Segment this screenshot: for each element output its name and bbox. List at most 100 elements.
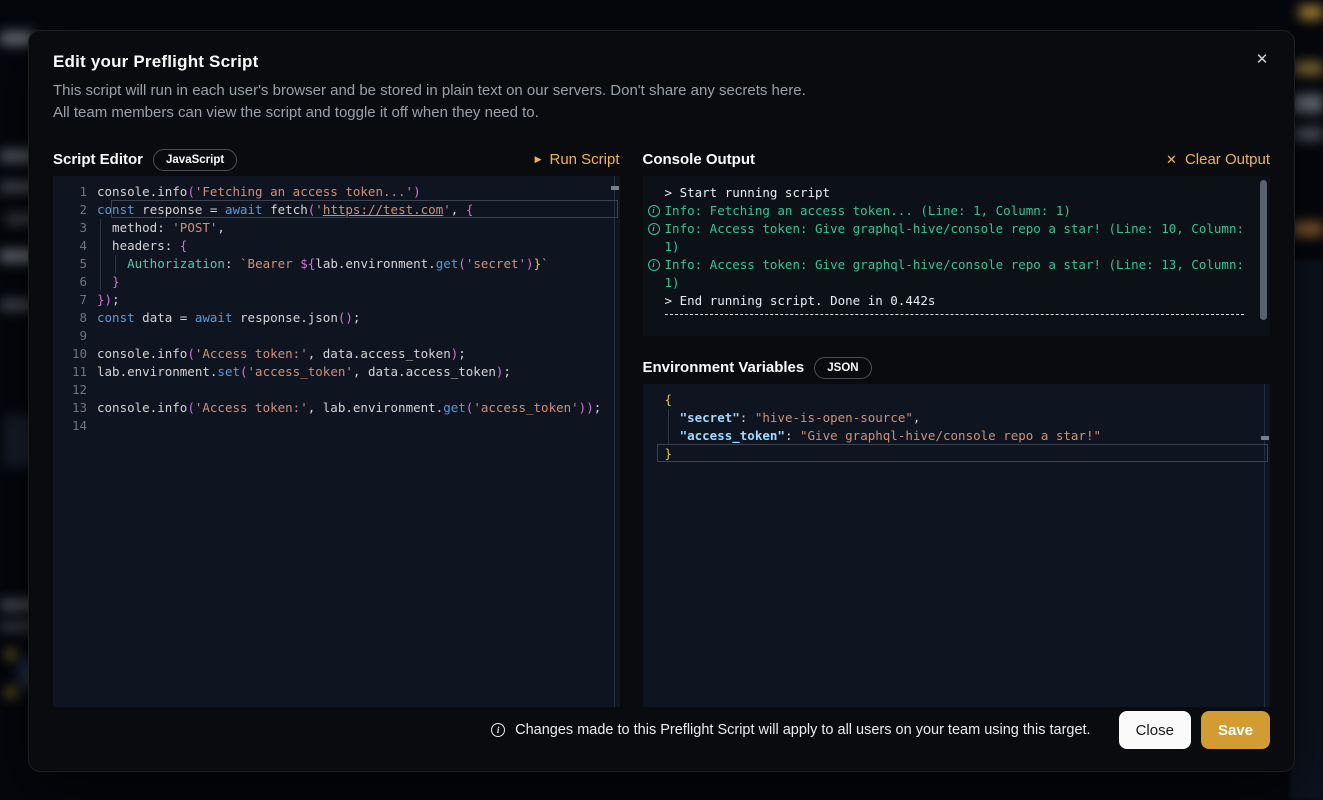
code-token: 'access_token' bbox=[473, 400, 578, 415]
code-token: fetch bbox=[263, 202, 308, 217]
line-number: 2 bbox=[53, 201, 97, 219]
backdrop-blob bbox=[6, 650, 17, 659]
modal-content: Script Editor JavaScript ▶ Run Script 1c… bbox=[53, 143, 1270, 707]
script-code-editor[interactable]: 1console.info('Fetching an access token.… bbox=[53, 176, 620, 707]
code-token: 'secret' bbox=[466, 256, 526, 271]
line-number: 14 bbox=[53, 417, 97, 435]
code-line: 1console.info('Fetching an access token.… bbox=[53, 183, 620, 201]
code-token: ( bbox=[187, 346, 195, 361]
indent-guide bbox=[100, 255, 101, 273]
save-button[interactable]: Save bbox=[1201, 711, 1270, 749]
code-token: console.info bbox=[97, 184, 187, 199]
code-token: { bbox=[466, 202, 474, 217]
code-token: lab.environment. bbox=[315, 256, 435, 271]
close-button[interactable]: Close bbox=[1119, 711, 1191, 749]
script-editor-label: Script Editor bbox=[53, 151, 143, 168]
line-number: 4 bbox=[53, 237, 97, 255]
console-separator bbox=[665, 314, 1244, 315]
line-number: 6 bbox=[53, 273, 97, 291]
indent-guide bbox=[668, 427, 669, 445]
code-token: { bbox=[180, 238, 188, 253]
code-token: } bbox=[112, 274, 120, 289]
code-content: lab.environment.set('access_token', data… bbox=[97, 363, 620, 381]
code-token: https://test.com bbox=[323, 202, 443, 217]
code-token: response = bbox=[135, 202, 225, 217]
code-token: get bbox=[436, 256, 459, 271]
code-line: 7}); bbox=[53, 291, 620, 309]
code-token: get bbox=[443, 400, 466, 415]
env-code-line: { bbox=[643, 391, 1270, 409]
code-content: Authorization: `Bearer ${lab.environment… bbox=[97, 255, 620, 273]
code-token: const bbox=[97, 310, 135, 325]
code-content: const data = await response.json(); bbox=[97, 309, 620, 327]
code-token: 'access_token' bbox=[248, 364, 353, 379]
info-icon: i bbox=[491, 723, 505, 737]
environment-variables-editor[interactable]: { "secret": "hive-is-open-source", "acce… bbox=[643, 384, 1270, 707]
close-icon[interactable]: ✕ bbox=[1250, 47, 1274, 71]
console-line-text: 1) bbox=[665, 275, 680, 290]
code-token: ( bbox=[240, 364, 248, 379]
console-scrollbar[interactable] bbox=[1260, 180, 1267, 320]
code-token: ; bbox=[458, 346, 466, 361]
info-icon: i bbox=[648, 259, 660, 271]
code-token: , bbox=[913, 410, 921, 425]
console-line: > Start running script bbox=[665, 184, 1244, 202]
run-script-button[interactable]: ▶ Run Script bbox=[535, 151, 620, 168]
backdrop-blob bbox=[1293, 94, 1323, 113]
code-token: ${ bbox=[300, 256, 315, 271]
console-line: iInfo: Fetching an access token... (Line… bbox=[665, 202, 1244, 220]
code-content: console.info('Access token:', data.acces… bbox=[97, 345, 620, 363]
preflight-script-modal: ✕ Edit your Preflight Script This script… bbox=[28, 30, 1295, 772]
code-token: ( bbox=[458, 256, 466, 271]
modal-footer: i Changes made to this Preflight Script … bbox=[53, 711, 1270, 749]
console-line-text: Info: Fetching an access token... (Line:… bbox=[665, 203, 1071, 218]
backdrop-blob bbox=[1299, 6, 1323, 19]
code-content: console.info('Access token:', lab.enviro… bbox=[97, 399, 620, 417]
console-output-area[interactable]: > Start running scriptiInfo: Fetching an… bbox=[643, 176, 1270, 336]
console-header: Console Output ✕ Clear Output bbox=[643, 143, 1270, 176]
modal-description-line1: This script will run in each user's brow… bbox=[53, 80, 1270, 102]
code-token: , bbox=[217, 220, 225, 235]
footer-note: i Changes made to this Preflight Script … bbox=[491, 722, 1090, 738]
code-content: } bbox=[97, 273, 620, 291]
console-output-label: Console Output bbox=[643, 151, 756, 168]
line-number: 7 bbox=[53, 291, 97, 309]
line-number: 9 bbox=[53, 327, 97, 345]
indent-guide bbox=[100, 273, 101, 291]
modal-title: Edit your Preflight Script bbox=[29, 31, 1294, 72]
code-token: const bbox=[97, 202, 135, 217]
console-line-text: 1) bbox=[665, 239, 680, 254]
code-line: 5 Authorization: `Bearer ${lab.environme… bbox=[53, 255, 620, 273]
code-line: 10console.info('Access token:', data.acc… bbox=[53, 345, 620, 363]
script-editor-header: Script Editor JavaScript ▶ Run Script bbox=[53, 143, 620, 176]
play-icon: ▶ bbox=[535, 155, 542, 164]
line-number: 3 bbox=[53, 219, 97, 237]
console-line: iInfo: Access token: Give graphql-hive/c… bbox=[665, 256, 1244, 274]
code-content: method: 'POST', bbox=[97, 219, 620, 237]
code-token: headers: bbox=[97, 238, 180, 253]
modal-description: This script will run in each user's brow… bbox=[29, 72, 1294, 124]
code-token: ; bbox=[594, 400, 602, 415]
console-line: 1) bbox=[665, 238, 1244, 256]
code-token bbox=[97, 256, 127, 271]
line-number: 12 bbox=[53, 381, 97, 399]
clear-output-label: Clear Output bbox=[1185, 151, 1270, 168]
code-token: "secret" bbox=[680, 410, 740, 425]
output-panel: Console Output ✕ Clear Output > Start ru… bbox=[643, 143, 1270, 707]
code-token: await bbox=[195, 310, 233, 325]
clear-output-button[interactable]: ✕ Clear Output bbox=[1166, 151, 1270, 168]
footer-note-text: Changes made to this Preflight Script wi… bbox=[515, 722, 1090, 738]
code-line: 14 bbox=[53, 417, 620, 435]
code-token: ; bbox=[503, 364, 511, 379]
code-line: 9 bbox=[53, 327, 620, 345]
console-line-text: Info: Access token: Give graphql-hive/co… bbox=[665, 257, 1244, 272]
code-token: , bbox=[451, 202, 466, 217]
info-icon: i bbox=[648, 205, 660, 217]
line-number: 1 bbox=[53, 183, 97, 201]
console-line-text: > End running script. Done in 0.442s bbox=[665, 293, 936, 308]
line-number: 11 bbox=[53, 363, 97, 381]
console-line-text: > Start running script bbox=[665, 185, 831, 200]
script-editor-panel: Script Editor JavaScript ▶ Run Script 1c… bbox=[53, 143, 620, 707]
indent-guide bbox=[100, 237, 101, 255]
code-content: console.info('Fetching an access token..… bbox=[97, 183, 620, 201]
